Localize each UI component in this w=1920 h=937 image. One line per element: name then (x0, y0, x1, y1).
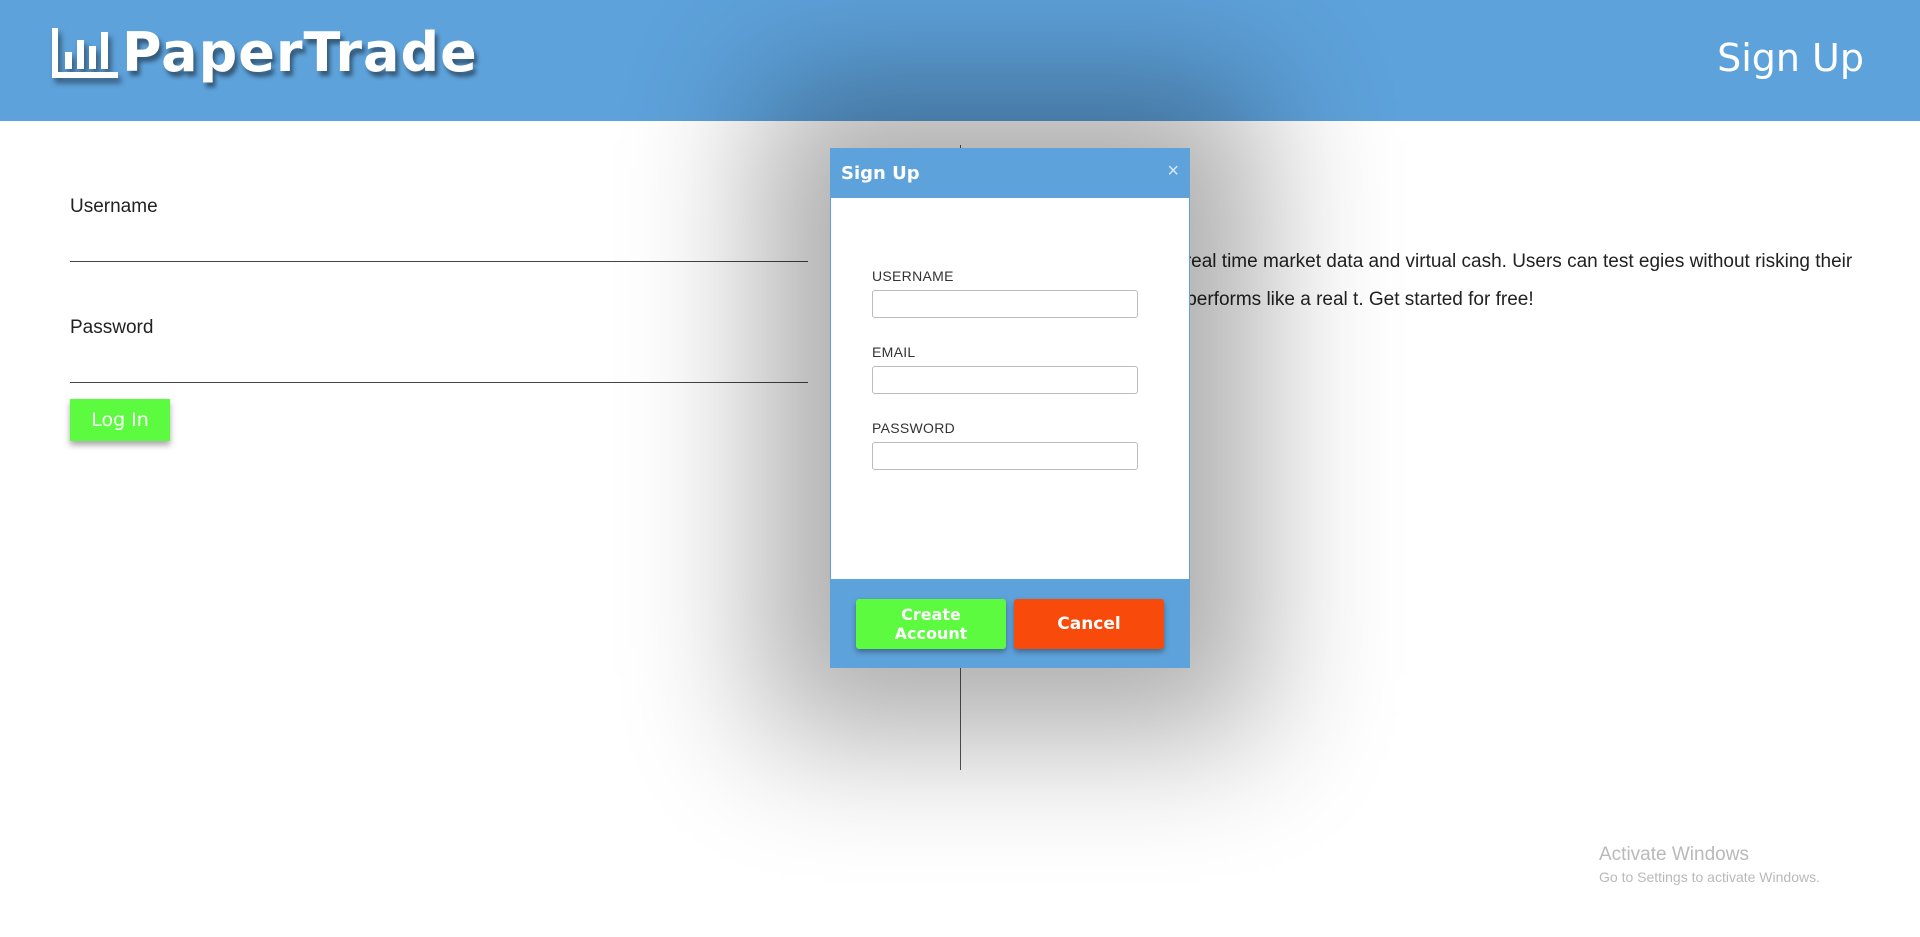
create-account-button[interactable]: Create Account (856, 599, 1006, 649)
username-field-group: Username (70, 180, 808, 301)
login-form: Username Password Log In (70, 180, 808, 441)
app-header: PaperTrade Sign Up (0, 0, 1920, 121)
windows-activation-watermark: Activate Windows Go to Settings to activ… (1599, 843, 1820, 887)
signup-password-label: PASSWORD (872, 420, 956, 436)
signup-password-input[interactable] (872, 442, 1138, 470)
watermark-title: Activate Windows (1599, 844, 1749, 865)
signup-username-group: USERNAME (872, 268, 1140, 318)
username-label: Username (70, 196, 158, 217)
watermark-subtitle: Go to Settings to activate Windows. (1599, 869, 1820, 885)
password-field-group: Password (70, 301, 808, 422)
modal-footer: Create Account Cancel (831, 579, 1189, 667)
modal-header: Sign Up × (831, 149, 1189, 198)
bar-chart-icon (52, 28, 118, 78)
signup-password-group: PASSWORD (872, 420, 1140, 470)
signup-username-label: USERNAME (872, 268, 954, 284)
login-button[interactable]: Log In (70, 399, 170, 441)
close-icon[interactable]: × (1167, 161, 1179, 181)
modal-body: USERNAME EMAIL PASSWORD (831, 198, 1189, 579)
signup-modal: Sign Up × USERNAME EMAIL PASSWORD Create… (830, 148, 1190, 668)
signup-email-group: EMAIL (872, 344, 1140, 394)
signup-username-input[interactable] (872, 290, 1138, 318)
brand-logo[interactable]: PaperTrade (52, 18, 478, 88)
modal-title: Sign Up (841, 163, 920, 184)
brand-name: PaperTrade (122, 21, 478, 84)
password-input[interactable] (70, 353, 808, 383)
password-label: Password (70, 317, 154, 338)
signup-email-label: EMAIL (872, 344, 916, 360)
cancel-button[interactable]: Cancel (1014, 599, 1164, 649)
signup-email-input[interactable] (872, 366, 1138, 394)
username-input[interactable] (70, 232, 808, 262)
header-signup-link[interactable]: Sign Up (1717, 36, 1864, 80)
